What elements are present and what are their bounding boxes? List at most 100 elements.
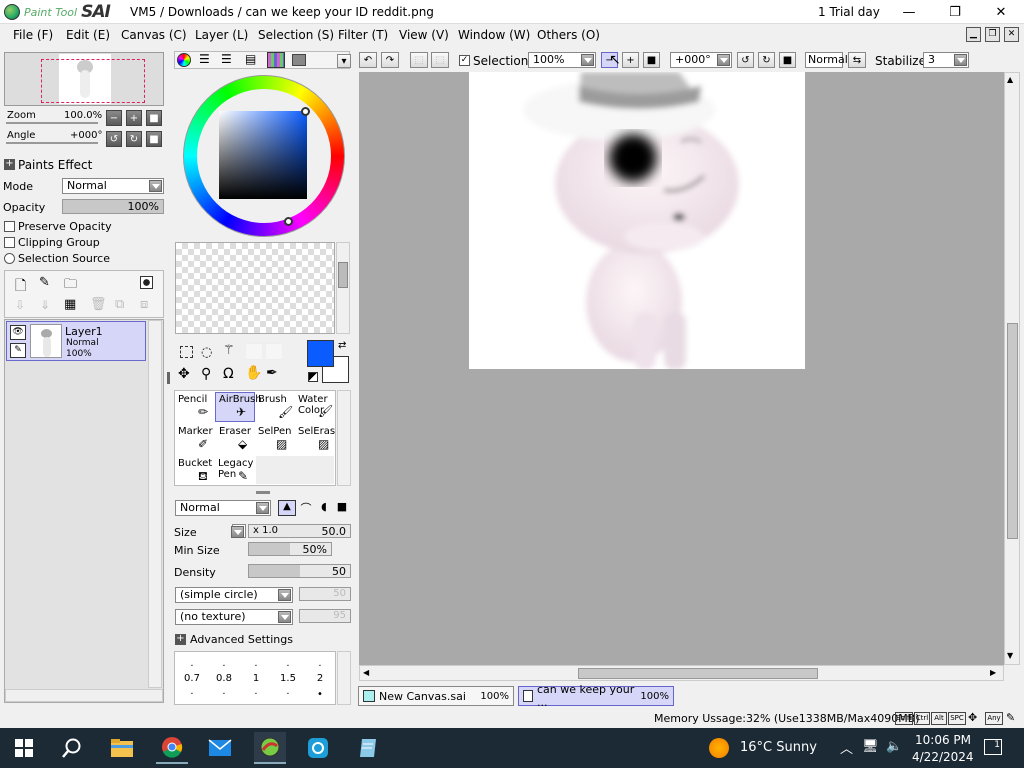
redo-icon[interactable]: ↷ — [381, 52, 399, 68]
network-icon[interactable]: 🖥 — [862, 739, 879, 754]
menu-others[interactable]: Others (O) — [537, 28, 600, 42]
canvas-vscroll-thumb[interactable] — [1007, 323, 1018, 539]
canvas-hscrollbar[interactable]: ◀ ▶ — [359, 665, 1004, 681]
menu-file[interactable]: File (F) — [13, 28, 53, 42]
start-button[interactable] — [8, 732, 40, 764]
menu-window[interactable]: Window (W) — [458, 28, 530, 42]
tray-chevron-up-icon[interactable]: ︿ — [840, 738, 853, 757]
tool-marker[interactable]: Marker — [178, 426, 213, 437]
menu-canvas[interactable]: Canvas (C) — [121, 28, 187, 42]
clock-time[interactable]: 10:06 PM — [915, 733, 971, 747]
hue-picker-handle[interactable] — [284, 217, 293, 226]
mdi-restore-icon[interactable]: ❐ — [985, 27, 1000, 42]
preset-size[interactable]: 0.8 — [213, 672, 235, 686]
document-canvas[interactable] — [469, 72, 805, 369]
maximize-button[interactable]: ❐ — [932, 0, 978, 24]
tool-pencil[interactable]: Pencil — [178, 394, 207, 405]
remote-app-button[interactable] — [302, 732, 334, 764]
color-scratchpad[interactable] — [175, 242, 335, 334]
angle-slider[interactable] — [6, 142, 98, 144]
notifications-icon[interactable]: 1 — [984, 739, 1002, 755]
rotate-right-button[interactable]: ↻ — [126, 131, 142, 147]
document-tab[interactable]: New Canvas.sai 100% — [358, 686, 514, 706]
tool-grid-splitter[interactable] — [256, 491, 270, 494]
panel-splitter[interactable] — [167, 372, 170, 384]
menu-view[interactable]: View (V) — [399, 28, 449, 42]
preset-size[interactable]: 1.5 — [277, 672, 299, 686]
zoom-select[interactable]: 100% — [528, 52, 596, 68]
min-size-slider[interactable]: 50% — [248, 542, 332, 556]
layer-row[interactable]: 👁 ✎ Layer1 Normal 100% — [6, 321, 146, 361]
magic-wand-icon[interactable]: ⚚ — [223, 343, 235, 358]
opacity-slider[interactable]: 100% — [62, 199, 164, 214]
flip-horizontal-icon[interactable]: ⇆ — [848, 52, 866, 68]
menu-selection[interactable]: Selection (S) — [258, 28, 334, 42]
zoom-reset-toolbar-icon[interactable]: ■ — [643, 52, 660, 68]
undo-icon[interactable]: ↶ — [359, 52, 377, 68]
blend-mode-select[interactable]: Normal — [805, 52, 848, 68]
panel-options-icon[interactable]: ▾ — [337, 54, 351, 68]
hand-tool-icon[interactable]: ✋ — [245, 365, 262, 381]
tool-seleras[interactable]: SelEras — [298, 426, 335, 437]
preset-size[interactable]: 1 — [245, 672, 267, 686]
paints-effect-expand-icon[interactable]: + — [4, 159, 15, 170]
tool-brush[interactable]: Brush — [258, 394, 287, 405]
document-tab-active[interactable]: can we keep your ... 100% — [518, 683, 674, 709]
scroll-down-icon[interactable]: ▼ — [1007, 651, 1013, 660]
brush-shape-flat-icon[interactable]: ■ — [333, 500, 351, 516]
brush-shape-select[interactable]: (simple circle) — [175, 587, 293, 603]
rotate-reset-button[interactable]: ■ — [146, 131, 162, 147]
new-layer-icon[interactable]: 🗋 — [15, 275, 26, 299]
menu-edit[interactable]: Edit (E) — [66, 28, 110, 42]
scroll-right-icon[interactable]: ▶ — [990, 668, 996, 677]
rotate-tool-icon[interactable]: Ω — [223, 366, 234, 382]
zoom-in-button[interactable]: + — [126, 110, 142, 126]
selection-checkbox[interactable]: ✓ — [459, 55, 470, 66]
color-wheel-tab-icon[interactable] — [177, 53, 191, 67]
saturation-value-square[interactable] — [219, 111, 307, 199]
zoom-tool-icon[interactable]: ⚲ — [201, 366, 211, 382]
new-folder-icon[interactable]: 🗀 — [64, 275, 77, 297]
scratchpad-scrollbar[interactable] — [336, 242, 350, 334]
layer-mode-select[interactable]: Normal — [62, 178, 164, 194]
layer-list-scrollbar[interactable] — [148, 320, 162, 688]
canvas-vscrollbar[interactable]: ▲ ▼ — [1004, 72, 1020, 665]
clipping-group-checkbox[interactable] — [4, 237, 15, 248]
preserve-opacity-checkbox[interactable] — [4, 221, 15, 232]
sv-picker-handle[interactable] — [301, 107, 310, 116]
chrome-button[interactable] — [156, 732, 188, 764]
mdi-minimize-icon[interactable]: ▁ — [966, 27, 981, 42]
new-mask-icon[interactable] — [140, 276, 153, 289]
file-explorer-button[interactable] — [106, 732, 138, 764]
painttool-sai-button[interactable] — [254, 732, 286, 764]
selection-source-radio[interactable] — [4, 253, 15, 264]
preset-size[interactable]: 2 — [309, 672, 331, 686]
color-swap-tab-icon[interactable]: ▤ — [245, 53, 256, 65]
scratchpad-tab-icon[interactable] — [292, 54, 306, 66]
size-multiplier-select[interactable] — [231, 524, 246, 538]
tool-selpen[interactable]: SelPen — [258, 426, 291, 437]
zoom-out-button[interactable]: − — [106, 110, 122, 126]
preset-size[interactable]: 0.7 — [181, 672, 203, 686]
lasso-icon[interactable]: ◌ — [201, 345, 212, 360]
swatches-tab-icon[interactable] — [267, 52, 285, 68]
tool-grid-scrollbar[interactable] — [337, 390, 351, 486]
tool-airbrush[interactable]: AirBrush — [219, 394, 262, 405]
scroll-up-icon[interactable]: ▲ — [1007, 75, 1013, 84]
zoom-in-toolbar-icon[interactable]: + — [622, 52, 639, 68]
tool-eraser[interactable]: Eraser — [219, 426, 251, 437]
layer-list-hscrollbar[interactable] — [5, 689, 163, 702]
advanced-settings-label[interactable]: Advanced Settings — [190, 633, 293, 646]
brush-shape-soft-icon[interactable]: ⌒ — [297, 500, 315, 516]
zoom-slider[interactable] — [6, 122, 98, 124]
rotate-reset-toolbar-icon[interactable]: ■ — [779, 52, 796, 68]
navigator-preview[interactable] — [4, 52, 164, 106]
rotate-left-button[interactable]: ↺ — [106, 131, 122, 147]
angle-select[interactable]: +000° — [670, 52, 732, 68]
brush-shape-sharp-icon[interactable]: ▲ — [278, 500, 296, 516]
brush-shape-round-icon[interactable]: ◖ — [315, 500, 333, 516]
clear-layer-icon[interactable]: ▦ — [64, 297, 76, 312]
zoom-reset-button[interactable]: ■ — [146, 110, 162, 126]
size-slider[interactable]: x 1.0 50.0 — [248, 524, 351, 538]
mail-button[interactable] — [204, 732, 236, 764]
